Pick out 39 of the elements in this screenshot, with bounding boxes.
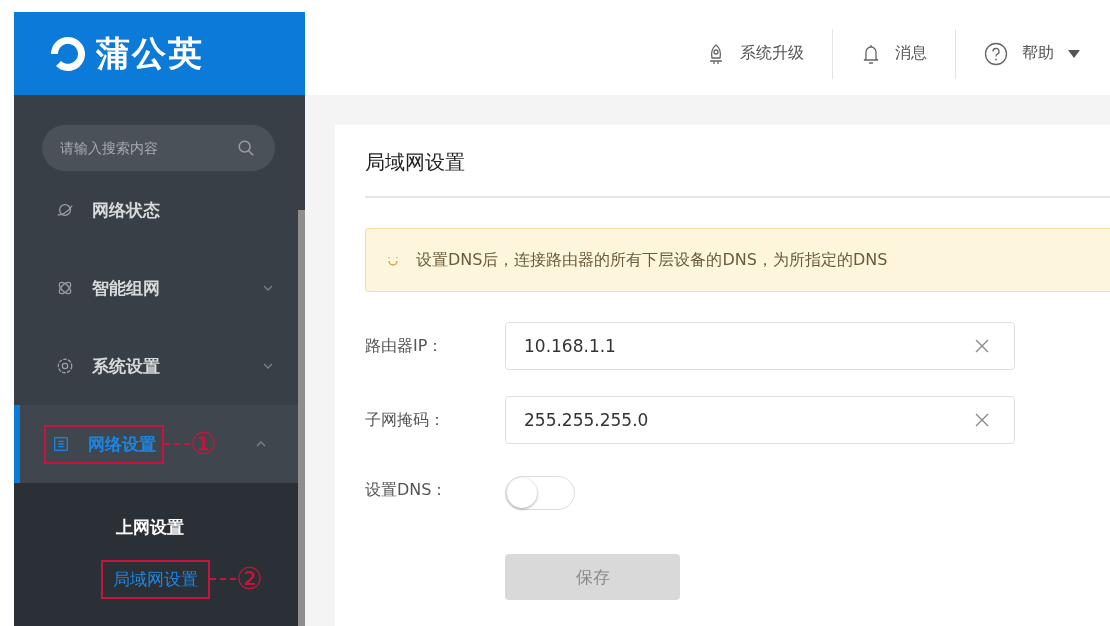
submenu-item[interactable]: 局域网设置 xyxy=(101,559,210,599)
action-label: 系统升级 xyxy=(740,43,804,64)
clear-icon[interactable] xyxy=(974,338,990,354)
logo-text: 蒲公英 xyxy=(96,31,204,75)
annotation-number: ① xyxy=(190,429,217,459)
menu-label: 网络设置 xyxy=(88,432,156,456)
menu-label: 智能组网 xyxy=(92,276,160,300)
bell-icon xyxy=(861,42,881,65)
leader-line xyxy=(210,578,236,580)
help-icon xyxy=(984,41,1008,66)
gear-icon xyxy=(56,357,74,375)
search-field[interactable]: 请输入搜索内容 xyxy=(42,125,275,171)
input-field[interactable]: 255.255.255.0 xyxy=(505,396,1015,444)
action-label: 消息 xyxy=(895,43,927,64)
menu-label: 网络状态 xyxy=(92,198,160,222)
planet-icon xyxy=(56,201,74,219)
panel-title: 局域网设置 xyxy=(365,149,1110,198)
field-label: 设置DNS： xyxy=(365,479,449,501)
clear-icon[interactable] xyxy=(974,412,990,428)
toggle-switch[interactable] xyxy=(505,476,575,510)
annotation-number: ② xyxy=(236,564,263,594)
network-icon xyxy=(56,279,74,297)
notice-text: 设置DNS后，连接路由器的所有下层设备的DNS，为所指定的DNS xyxy=(416,249,888,271)
header-action[interactable]: 帮助 xyxy=(984,41,1080,66)
search-icon[interactable] xyxy=(237,139,255,157)
header-action[interactable]: 系统升级 xyxy=(706,42,804,65)
sidebar-item[interactable]: 网络状态 xyxy=(14,171,305,249)
input-field[interactable]: 10.168.1.1 xyxy=(505,322,1015,370)
field-label: 子网掩码： xyxy=(365,409,446,431)
header-action[interactable]: 消息 xyxy=(861,42,927,65)
scrollbar[interactable] xyxy=(298,210,305,626)
sidebar-item[interactable]: 智能组网 xyxy=(14,249,305,327)
menu-label: 系统设置 xyxy=(92,354,160,378)
list-icon xyxy=(52,435,70,453)
action-label: 帮助 xyxy=(1022,43,1054,64)
leader-line xyxy=(164,443,190,445)
submenu-item[interactable]: 上网设置 xyxy=(114,511,186,543)
field-label: 路由器IP： xyxy=(365,335,445,357)
sidebar-item[interactable]: 系统设置 xyxy=(14,327,305,405)
